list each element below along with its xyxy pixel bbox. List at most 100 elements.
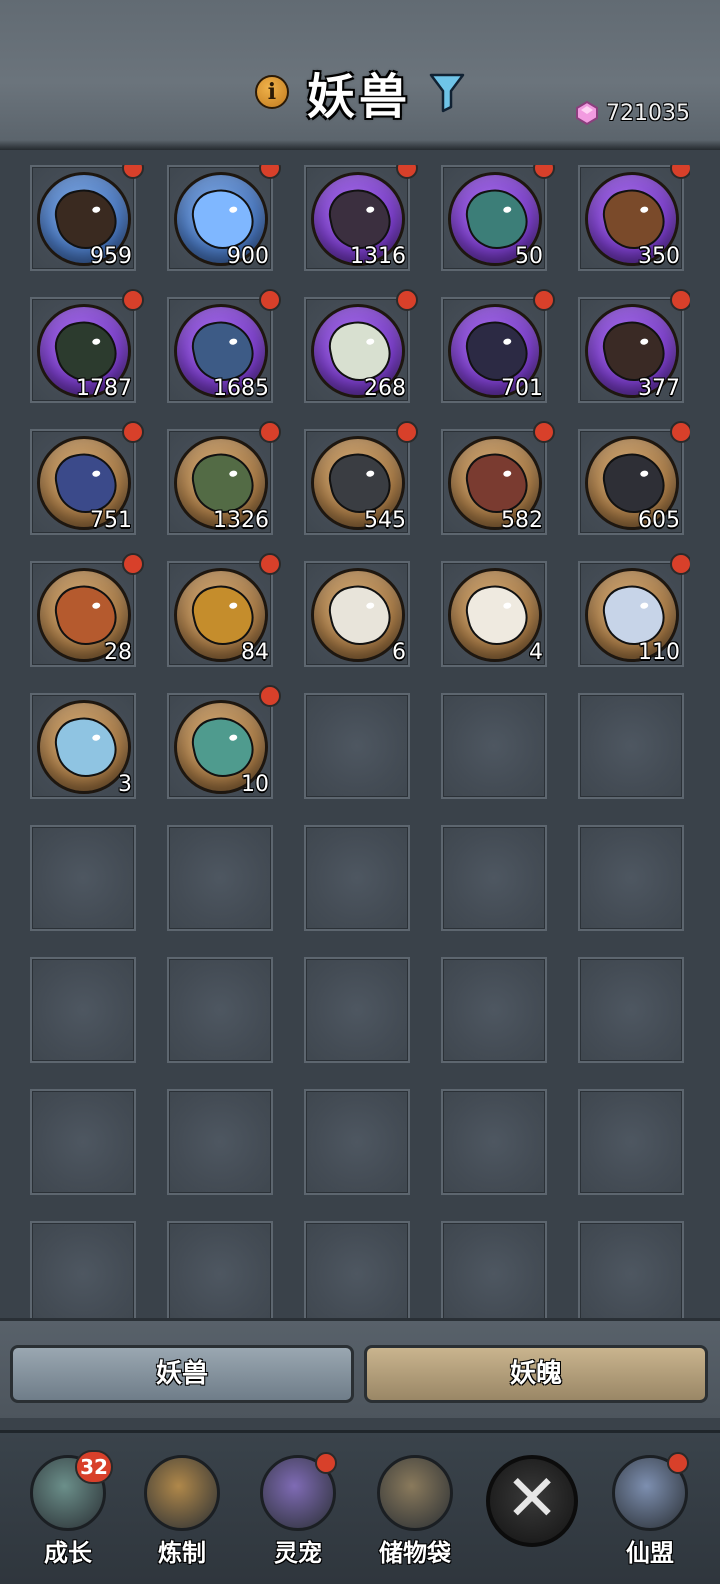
nav-label: 仙盟 [626,1538,674,1567]
beast-eye [502,469,512,478]
beast-slot[interactable]: 545 [304,421,418,535]
spirit-pet-badge [315,1452,337,1474]
beast-eye [228,601,238,610]
storage-bag-icon [377,1455,453,1531]
nav-label: 储物袋 [379,1538,451,1567]
beast-slot[interactable]: 1326 [167,421,281,535]
beast-count: 350 [638,244,680,269]
beast-slot[interactable]: 84 [167,553,281,667]
empty-slot [441,957,547,1063]
bottom-nav: 32 成长 炼制 灵宠 储物袋 ✕ 仙盟 [0,1430,720,1584]
pink-gem-icon [576,100,599,126]
beast-eye [639,337,649,346]
close-button[interactable]: ✕ [486,1455,578,1547]
empty-slot [304,1089,410,1195]
empty-slot [441,1221,547,1320]
tab-beast[interactable]: 妖兽 [10,1345,354,1403]
beast-portrait-icon [324,579,396,651]
beast-slot[interactable]: 751 [30,421,144,535]
beast-slot[interactable]: 582 [441,421,555,535]
notification-badge [122,165,144,179]
beast-slot[interactable]: 350 [578,165,690,271]
beast-count: 4 [529,640,543,665]
beast-slot[interactable]: 900 [167,165,281,271]
beast-slot[interactable]: 1787 [30,289,144,403]
empty-slot [167,1221,273,1320]
tab-strip: 妖兽 妖魄 [0,1318,720,1418]
beast-slot[interactable]: 268 [304,289,418,403]
notification-badge [670,421,690,443]
notification-badge [259,553,281,575]
beast-slot[interactable]: 1685 [167,289,281,403]
beast-count: 3 [118,772,132,797]
notification-badge [533,165,555,179]
alliance-icon [612,1452,689,1531]
beast-slot[interactable]: 1316 [304,165,418,271]
beast-slot[interactable]: 110 [578,553,690,667]
empty-slot [441,825,547,931]
beast-slot[interactable]: 50 [441,165,555,271]
page-title: 妖兽 [306,69,411,125]
beast-slot[interactable]: 28 [30,553,144,667]
notification-badge [670,289,690,311]
nav-item-forge[interactable]: 炼制 [132,1455,232,1575]
notification-badge [122,421,144,443]
notification-badge [259,289,281,311]
beast-slot[interactable]: 4 [441,561,547,667]
notification-badge [259,685,281,707]
currency-value: 721035 [606,100,690,126]
notification-badge [670,165,690,179]
alliance-badge [667,1452,689,1474]
empty-slot [441,1089,547,1195]
beast-count: 6 [392,640,406,665]
beast-eye [91,601,101,610]
empty-slot [441,693,547,799]
beast-eye [91,733,101,742]
spirit-pet-icon [260,1452,337,1531]
beast-eye [639,469,649,478]
beast-slot[interactable]: 10 [167,685,281,799]
nav-label: 炼制 [158,1538,206,1567]
beast-count: 84 [241,640,269,665]
beast-count: 605 [638,508,680,533]
empty-slot [578,1221,684,1320]
empty-slot [304,1221,410,1320]
beast-eye [228,733,238,742]
beast-count: 1326 [213,508,269,533]
empty-slot [167,825,273,931]
beast-slot[interactable]: 6 [304,561,410,667]
beast-eye [365,601,375,610]
beast-slot[interactable]: 377 [578,289,690,403]
beast-portrait-icon [461,579,533,651]
beast-slot[interactable]: 959 [30,165,144,271]
beast-orb [37,700,131,794]
tab-beast-soul[interactable]: 妖魄 [364,1345,708,1403]
beast-slot[interactable]: 3 [30,693,136,799]
beast-eye [639,601,649,610]
info-icon[interactable]: i [254,75,289,109]
empty-slot [304,693,410,799]
beast-eye [502,337,512,346]
beast-orb [311,568,405,662]
beast-eye [91,469,101,478]
nav-item-storage-bag[interactable]: 储物袋 [365,1455,465,1575]
nav-item-spirit-pet[interactable]: 灵宠 [248,1452,348,1575]
beast-eye [502,601,512,610]
nav-item-growth[interactable]: 32 成长 [18,1450,118,1575]
notification-badge [259,165,281,179]
filter-icon[interactable] [429,71,465,113]
beast-count: 50 [515,244,543,269]
growth-badge: 32 [75,1450,113,1484]
beast-count: 582 [501,508,543,533]
nav-item-alliance[interactable]: 仙盟 [600,1452,700,1575]
beast-count: 377 [638,376,680,401]
beast-eye [639,205,649,214]
beast-orb [448,568,542,662]
empty-slot [578,825,684,931]
beast-slot[interactable]: 605 [578,421,690,535]
beast-eye [502,205,512,214]
empty-slot [578,693,684,799]
empty-slot [30,957,136,1063]
beast-slot[interactable]: 701 [441,289,555,403]
nav-label: 成长 [44,1538,92,1567]
